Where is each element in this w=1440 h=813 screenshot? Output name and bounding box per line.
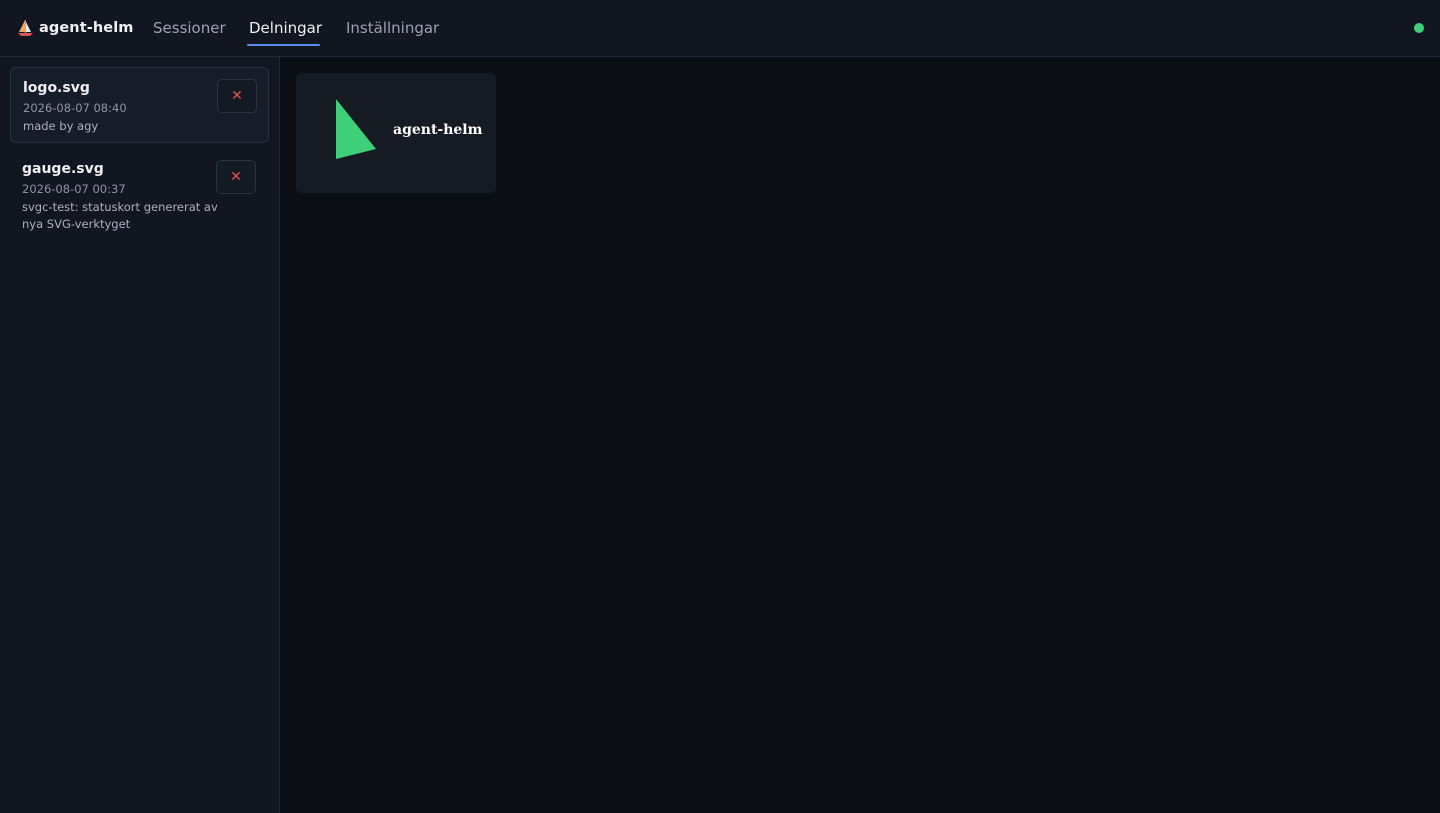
- share-date: 2026-08-07 00:37: [22, 182, 126, 196]
- shares-sidebar: logo.svg 2026-08-07 08:40 made by agy ✕ …: [0, 57, 280, 813]
- share-name: gauge.svg: [22, 161, 104, 177]
- share-name: logo.svg: [23, 80, 90, 96]
- tab-delningar[interactable]: Delningar: [249, 19, 322, 37]
- app-name: agent-helm: [39, 20, 134, 36]
- tab-installningar[interactable]: Inställningar: [346, 19, 439, 37]
- delete-share-button[interactable]: ✕: [216, 160, 256, 194]
- active-tab-indicator: [247, 44, 320, 46]
- share-preview-area: agent-helm: [281, 57, 1440, 813]
- svg-preview-card[interactable]: agent-helm: [296, 73, 496, 193]
- share-date: 2026-08-07 08:40: [23, 101, 127, 115]
- sailboat-icon: [17, 19, 34, 37]
- logo-text: agent-helm: [393, 122, 483, 138]
- delete-share-button[interactable]: ✕: [217, 79, 257, 113]
- logo-preview-svg: agent-helm: [336, 99, 483, 159]
- top-navigation-bar: agent-helm Sessioner Delningar Inställni…: [0, 0, 1440, 57]
- share-list-item-logo[interactable]: logo.svg 2026-08-07 08:40 made by agy ✕: [10, 67, 269, 143]
- share-list-item-gauge[interactable]: gauge.svg 2026-08-07 00:37 svgc-test: st…: [10, 149, 269, 241]
- status-dot-icon: [1414, 23, 1424, 33]
- share-description: svgc-test: statuskort genererat av nya S…: [22, 200, 218, 231]
- close-icon: ✕: [230, 169, 242, 185]
- triangle-logo-mark: [336, 99, 376, 159]
- app-brand[interactable]: agent-helm: [17, 18, 134, 38]
- close-icon: ✕: [231, 88, 243, 104]
- tab-sessioner[interactable]: Sessioner: [153, 19, 226, 37]
- share-description: made by agy: [23, 119, 99, 133]
